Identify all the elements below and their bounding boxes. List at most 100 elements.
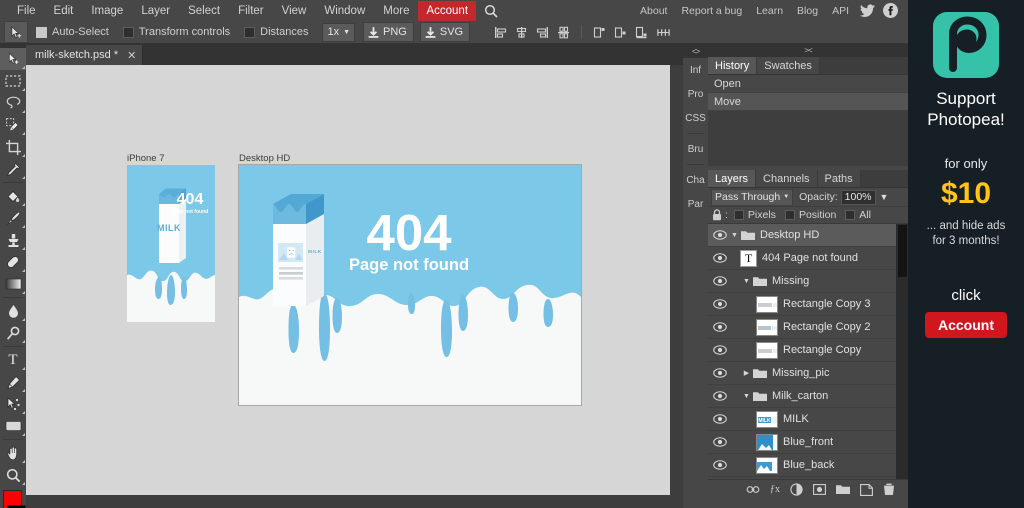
type-tool[interactable]: T <box>0 349 26 371</box>
properties-panel-tab[interactable]: Pro <box>683 82 708 106</box>
history-item-move[interactable]: Move <box>708 93 908 111</box>
search-icon[interactable] <box>476 4 504 18</box>
align-vertical-icon[interactable] <box>557 26 570 39</box>
layer-row-missing-pic[interactable]: ▶ Missing_pic <box>708 362 908 385</box>
blur-tool[interactable] <box>0 300 26 322</box>
character-panel-tab[interactable]: Cha <box>683 168 708 192</box>
menu-item-blog[interactable]: Blog <box>790 1 825 21</box>
layer-row-milk-carton[interactable]: ▼ Milk_carton <box>708 385 908 408</box>
info-panel-tab[interactable]: Inf <box>683 58 708 82</box>
tab-layers[interactable]: Layers <box>708 170 757 187</box>
move-tool-icon[interactable] <box>4 21 28 43</box>
eraser-tool[interactable] <box>0 251 26 273</box>
menu-item-account[interactable]: Account <box>418 0 477 21</box>
tab-paths[interactable]: Paths <box>817 170 861 187</box>
menu-item-layer[interactable]: Layer <box>132 1 179 21</box>
blend-mode-select[interactable]: Pass Through ▼ <box>711 188 794 206</box>
distribute-horizontal-icon[interactable] <box>656 26 671 39</box>
history-list[interactable]: Open Move <box>708 75 908 166</box>
zoom-tool[interactable] <box>0 464 26 486</box>
adjustment-layer-icon[interactable] <box>790 483 803 496</box>
distances-checkbox[interactable]: Distances <box>244 26 308 38</box>
canvas-horizontal-scrollbar[interactable] <box>26 495 670 508</box>
visibility-icon[interactable] <box>712 230 728 240</box>
tab-channels[interactable]: Channels <box>756 170 818 187</box>
menu-item-select[interactable]: Select <box>179 1 229 21</box>
visibility-icon[interactable] <box>712 460 728 470</box>
facebook-icon[interactable] <box>883 3 898 18</box>
layer-row-desktop-hd[interactable]: ▼ Desktop HD <box>708 224 908 247</box>
ad-account-button[interactable]: Account <box>925 312 1007 338</box>
align-left-icon[interactable] <box>494 26 507 39</box>
document-tab-milk-sketch[interactable]: milk-sketch.psd * ✕ <box>26 45 144 65</box>
crop-tool[interactable] <box>0 136 26 158</box>
expand-twisty-icon[interactable]: ▼ <box>728 232 741 239</box>
tab-history[interactable]: History <box>708 57 758 74</box>
menu-item-api[interactable]: API <box>825 1 856 21</box>
visibility-icon[interactable] <box>712 437 728 447</box>
path-select-tool[interactable] <box>0 393 26 415</box>
visibility-icon[interactable] <box>712 322 728 332</box>
distribute-bottom-icon[interactable] <box>635 26 648 39</box>
export-png-button[interactable]: PNG <box>363 22 414 42</box>
visibility-icon[interactable] <box>712 253 728 263</box>
auto-select-checkbox[interactable]: Auto-Select <box>36 26 109 38</box>
history-item-open[interactable]: Open <box>708 75 908 93</box>
distribute-left-icon[interactable] <box>593 26 606 39</box>
hand-tool[interactable] <box>0 442 26 464</box>
panel-collapse-icon[interactable]: >< <box>708 44 908 57</box>
layer-row-milk[interactable]: MILK MILK <box>708 408 908 431</box>
css-panel-tab[interactable]: CSS <box>683 106 708 130</box>
collapse-twisty-icon[interactable]: ▶ <box>740 369 753 377</box>
artboard-iphone7[interactable]: MILK 404 Page not found <box>127 165 215 322</box>
paint-bucket-tool[interactable] <box>0 185 26 207</box>
lasso-tool[interactable] <box>0 92 26 114</box>
visibility-icon[interactable] <box>712 414 728 424</box>
clone-stamp-tool[interactable] <box>0 229 26 251</box>
layers-list[interactable]: ▼ Desktop HD T 404 Page not found ▼ Miss… <box>708 224 908 479</box>
visibility-icon[interactable] <box>712 276 728 286</box>
menu-item-report-a-bug[interactable]: Report a bug <box>674 1 749 21</box>
layer-row-blue-front[interactable]: Blue_front <box>708 431 908 454</box>
scrollbar-thumb[interactable] <box>898 225 907 277</box>
expand-twisty-icon[interactable]: ▼ <box>740 393 753 400</box>
layer-mask-icon[interactable] <box>813 484 826 495</box>
menu-item-window[interactable]: Window <box>315 1 374 21</box>
layer-row-missing[interactable]: ▼ Missing <box>708 270 908 293</box>
expand-twisty-icon[interactable]: ▼ <box>740 278 753 285</box>
opacity-input[interactable]: 100% <box>840 189 876 205</box>
link-layers-icon[interactable] <box>746 485 760 494</box>
lock-position-checkbox[interactable]: Position <box>784 209 836 221</box>
lock-all-checkbox[interactable]: All <box>845 209 871 221</box>
shape-tool[interactable] <box>0 415 26 437</box>
dodge-tool[interactable] <box>0 322 26 344</box>
twitter-icon[interactable] <box>860 3 875 18</box>
menu-item-view[interactable]: View <box>273 1 316 21</box>
align-center-horizontal-icon[interactable] <box>515 26 528 39</box>
layer-row-rectangle-copy-3[interactable]: Rectangle Copy 3 <box>708 293 908 316</box>
layer-effects-icon[interactable]: ƒx <box>770 484 780 495</box>
new-layer-icon[interactable] <box>860 483 873 496</box>
layers-scrollbar[interactable] <box>896 224 908 479</box>
layer-row-rectangle-copy-2[interactable]: Rectangle Copy 2 <box>708 316 908 339</box>
rectangle-select-tool[interactable] <box>0 70 26 92</box>
transform-controls-checkbox[interactable]: Transform controls <box>122 26 230 38</box>
pen-tool[interactable] <box>0 371 26 393</box>
lock-pixels-checkbox[interactable]: Pixels <box>733 209 776 221</box>
visibility-icon[interactable] <box>712 368 728 378</box>
visibility-icon[interactable] <box>712 299 728 309</box>
canvas-area[interactable]: iPhone 7 MILK 404 Page not found Desktop… <box>26 65 683 495</box>
menu-item-filter[interactable]: Filter <box>229 1 273 21</box>
collapse-left-right-icon[interactable]: <> <box>683 44 708 58</box>
color-swatches[interactable]: ⇄ D <box>0 490 26 508</box>
menu-item-more[interactable]: More <box>374 1 418 21</box>
eyedropper-tool[interactable] <box>0 158 26 180</box>
artboard-desktop-hd[interactable]: MILK 404 Page not found <box>238 164 582 406</box>
gradient-tool[interactable] <box>0 273 26 295</box>
layer-row-404-page-not-found[interactable]: T 404 Page not found <box>708 247 908 270</box>
brushes-panel-tab[interactable]: Bru <box>683 137 708 161</box>
canvas-vertical-scrollbar[interactable] <box>670 65 683 495</box>
delete-layer-icon[interactable] <box>883 483 895 496</box>
menu-item-file[interactable]: File <box>8 1 45 21</box>
move-tool[interactable] <box>0 48 26 70</box>
